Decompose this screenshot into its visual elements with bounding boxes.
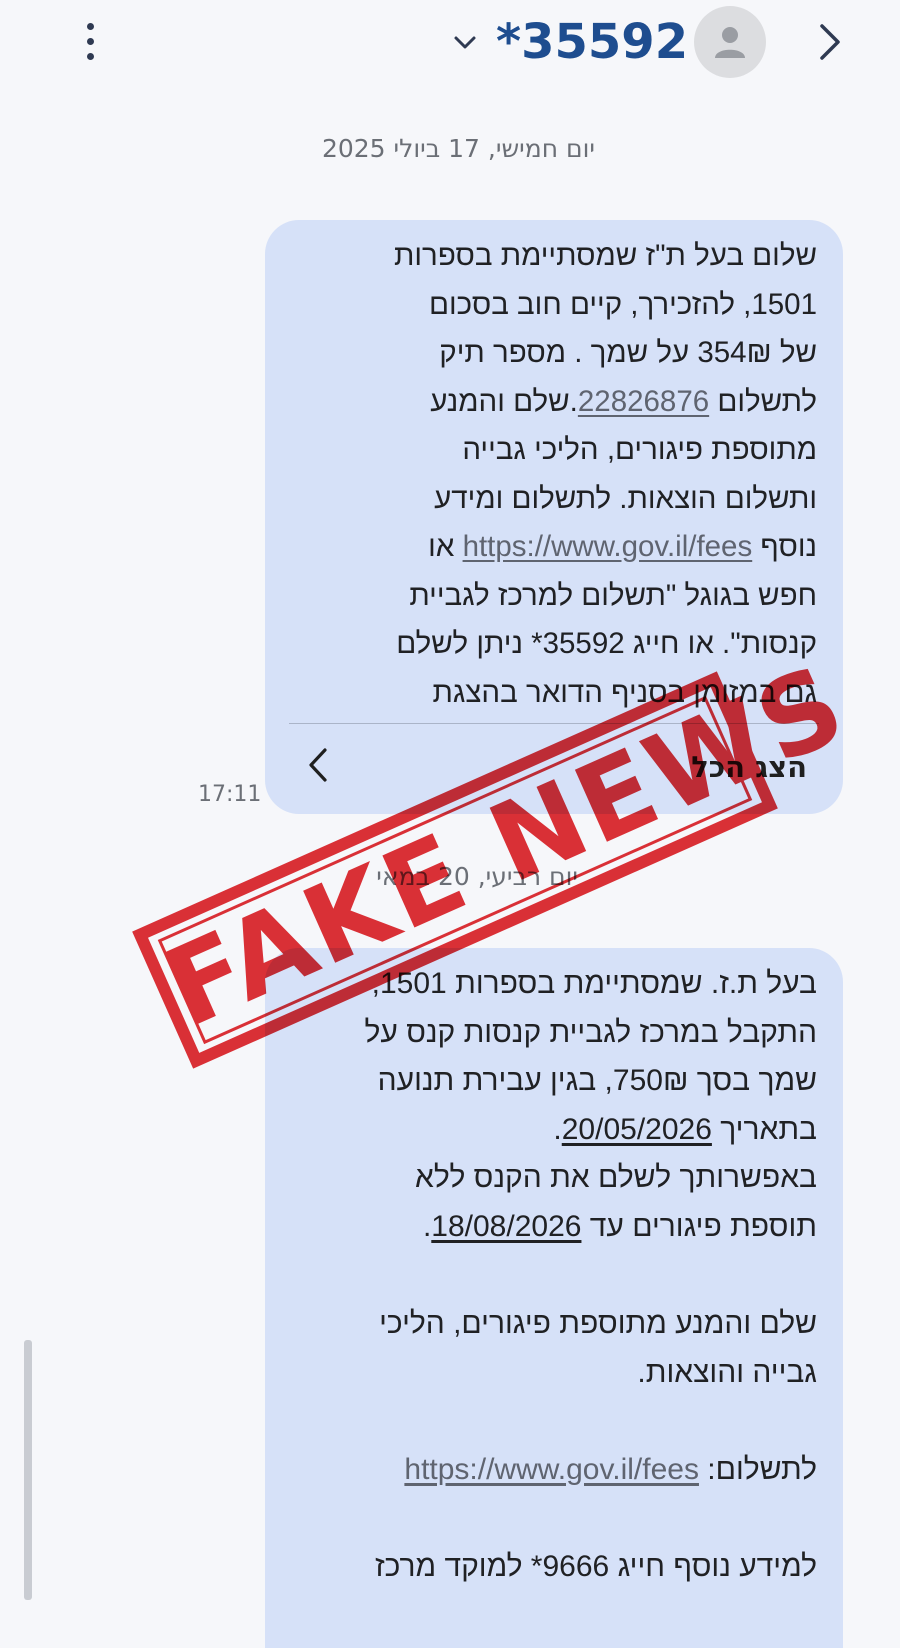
message-timestamp: 17:11 — [198, 782, 262, 807]
message-line-text: נוסף — [752, 530, 817, 563]
message-line-text: לתשלום — [709, 384, 817, 418]
scrollbar[interactable] — [24, 1340, 32, 1600]
message-line: בתאריך 20/05/2026. — [287, 1106, 817, 1155]
message-line: ותשלום הוצאות. לתשלום ומידע — [434, 481, 817, 515]
date-separator: יום חמישי, 17 ביולי 2025 — [321, 134, 595, 163]
pay-label: לתשלום: — [698, 1452, 817, 1486]
fees-link[interactable]: https://www.gov.il/fees — [463, 530, 753, 563]
message-line: שלם והמנע מתוספת פיגורים, הליכי — [379, 1307, 817, 1341]
message-line: מתוספת פיגורים, הליכי גבייה — [462, 433, 817, 466]
message-line: שמך בסך 750₪, בגין עבירת תנועה — [377, 1064, 817, 1098]
fees-link[interactable]: https://www.gov.il/fees — [404, 1453, 699, 1486]
chevron-left-icon[interactable] — [301, 742, 335, 788]
dot — [86, 37, 94, 45]
chevron-right-icon[interactable] — [808, 20, 852, 64]
message-line: גבייה והוצאות. — [637, 1355, 817, 1389]
case-number-link[interactable]: 22826876 — [578, 385, 709, 418]
message-line: התקבל במרכז לגביית קנסות קנס על — [364, 1015, 817, 1049]
conversation-header: *35592 — [0, 0, 900, 112]
more-options-icon[interactable] — [72, 16, 108, 66]
message-line: שלום בעל ת"ז שמסתיימת בספרות — [394, 239, 817, 272]
dot — [86, 52, 94, 60]
message-line: נוסף https://www.gov.il/fees או — [297, 523, 817, 572]
due-date[interactable]: 18/08/2026 — [431, 1210, 581, 1243]
message-line-text: תוספת פיגורים עד — [581, 1209, 817, 1243]
message-line-text: . — [553, 1112, 562, 1146]
contact-avatar[interactable] — [694, 6, 766, 78]
message-line: תוספת פיגורים עד 18/08/2026. — [287, 1203, 817, 1252]
message-line-text: בתאריך — [711, 1112, 817, 1146]
message-text: בעל ת.ז. שמסתיימת בספרות 1501, התקבל במר… — [287, 960, 817, 1592]
message-line: לתשלום 22826876.שלם והמנע — [297, 378, 817, 427]
message-text: שלום בעל ת"ז שמסתיימת בספרות 1501, להזכי… — [297, 232, 817, 717]
person-icon — [715, 27, 745, 58]
offense-date[interactable]: 20/05/2026 — [562, 1113, 712, 1146]
message-line: לתשלום: https://www.gov.il/fees — [287, 1446, 817, 1495]
message-line: למידע נוסף חייג 9666* למוקד מרכז — [374, 1550, 817, 1584]
dot — [86, 22, 94, 30]
message-line-text: .שלם והמנע — [430, 384, 578, 418]
message-line: של 354₪ על שמך . מספר תיק — [439, 336, 817, 369]
message-line: חפש בגוגל "תשלום למרכז לגביית — [409, 578, 817, 612]
contact-number[interactable]: *35592 — [496, 10, 688, 74]
message-line: באפשרותך לשלם את הקנס ללא — [415, 1161, 817, 1195]
message-line-text: או — [428, 530, 463, 563]
message-line: 1501, להזכירך, קיים חוב בסכום — [428, 287, 817, 321]
message-line: קנסות". או חייג 35592* ניתן לשלם — [396, 627, 817, 660]
message-bubble[interactable]: בעל ת.ז. שמסתיימת בספרות 1501, התקבל במר… — [265, 948, 843, 1648]
chevron-down-icon[interactable] — [448, 26, 482, 60]
